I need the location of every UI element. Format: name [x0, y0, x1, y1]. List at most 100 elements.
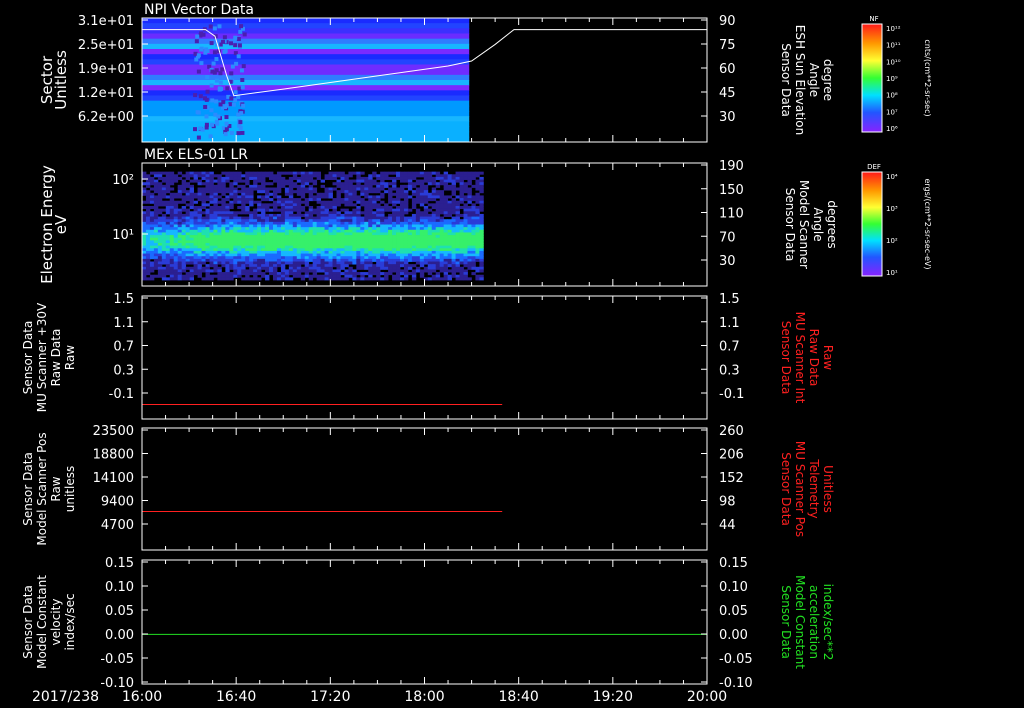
y-tick-label-left: 14100	[93, 471, 134, 486]
colorbar-label: NF	[869, 15, 878, 23]
y-tick-label-right: 44	[719, 518, 736, 533]
y-axis-label-right: Raw	[821, 345, 835, 370]
y-axis-label-right: Sensor Data	[779, 321, 793, 395]
y-axis-label-right: Sensor Data	[779, 43, 793, 117]
plot-frame	[141, 427, 708, 551]
y-tick-label-left: -0.1	[109, 387, 134, 402]
y-tick-label-left: 9400	[101, 495, 134, 510]
y-axis-label-left: velocity	[49, 599, 63, 646]
y-tick-label-right: 90	[719, 14, 736, 29]
panel-3: 1.5 1.1 0.7 0.3 -0.1 1.5 1.1 0.7 0.3 -0.1 Sensor D…	[21, 292, 835, 420]
y-tick-label-left: 0.15	[105, 556, 134, 571]
y-tick-label-right: 30	[719, 110, 736, 125]
y-tick-label-left: -0.05	[100, 652, 134, 667]
y-tick-label-left: 0.05	[105, 604, 134, 619]
plot-frame	[141, 295, 708, 420]
colorbar-tick-label: 10⁴	[886, 173, 898, 181]
panel-title: NPI Vector Data	[144, 2, 254, 18]
y-axis-label-left: Raw Data	[49, 329, 63, 387]
time-tick-label: 16:00	[122, 689, 162, 705]
y-axis-label-left: Unitless	[52, 50, 70, 110]
y-tick-label-right: 1.5	[719, 292, 740, 307]
y-axis-label-right: Raw Data	[807, 329, 821, 387]
colorbar-2: DEF 10⁴ 10³ 10² 10¹ ergs/(cm**2-sr-sec-eV)	[861, 163, 932, 277]
time-tick-label: 20:00	[687, 689, 727, 705]
colorbar-tick-label: 10⁸	[886, 92, 898, 100]
colorbar-tick-label: 10³	[886, 205, 898, 213]
colorbar-tick-label: 10¹	[886, 269, 898, 277]
y-axis-label-left: Raw	[49, 476, 63, 501]
y-tick-label-right: 150	[719, 183, 744, 198]
y-tick-label-right: 60	[719, 62, 736, 77]
date-label: 2017/238	[32, 689, 99, 705]
y-axis-label-right: Sensor Data	[779, 452, 793, 526]
colorbar-1: NF 10¹² 10¹¹ 10¹⁰ 10⁹ 10⁸ 10⁷ 10⁶ cnts/(cm**2-sr…	[861, 15, 932, 133]
colorbar-tick-label: 10⁶	[886, 125, 898, 133]
y-axis-label-right: MU Scanner Pos	[793, 441, 807, 537]
colorbar-units: cnts/(cm**2-sr-sec)	[923, 39, 932, 116]
panel-1: 3.1e+01 2.5e+01 1.9e+01 1.2e+01 6.2e+00 90 75 6…	[38, 2, 835, 143]
y-tick-label-left: 0.3	[113, 363, 134, 378]
y-tick-label-left: 1.2e+01	[78, 86, 134, 101]
y-tick-label-right: 75	[719, 38, 736, 53]
y-tick-label-right: 0.3	[719, 363, 740, 378]
y-axis-label-left: eV	[52, 214, 70, 234]
y-axis-label-right: MU Scanner Int	[793, 312, 807, 404]
y-axis-label-left: Model Constant	[35, 575, 49, 669]
y-axis-label-right: Sensor Data	[779, 585, 793, 659]
y-tick-label-left: 3.1e+01	[78, 14, 134, 29]
y-tick-label-right: 190	[719, 159, 744, 174]
y-tick-label-left: 23500	[93, 424, 134, 439]
plot-frame	[141, 559, 708, 685]
colorbar-tick-label: 10¹¹	[886, 42, 901, 50]
y-tick-label-left: 1.1	[113, 316, 134, 331]
y-axis-label-left: Sensor Data	[21, 321, 35, 395]
y-tick-label-right: 1.1	[719, 316, 740, 331]
y-tick-label-left: 0.00	[105, 628, 134, 643]
y-axis-label-right: Model Constant	[793, 575, 807, 669]
y-axis-label-left: Model Scanner Pos	[35, 432, 49, 545]
y-axis-label-left: Raw	[63, 345, 77, 370]
spectrogram	[142, 18, 470, 143]
y-tick-label-right: 0.05	[719, 604, 748, 619]
y-tick-label-right: 0.15	[719, 556, 748, 571]
y-tick-label-left: 1.5	[113, 292, 134, 307]
y-tick-label-right: 98	[719, 495, 736, 510]
y-axis-label-left: Sensor Data	[21, 452, 35, 526]
y-tick-label-left: 10²	[112, 173, 134, 188]
y-axis-label-right: Unitless	[821, 465, 835, 513]
y-tick-label-left: 0.7	[113, 340, 134, 355]
time-tick-label: 16:40	[216, 689, 256, 705]
panel-2: 10²10¹1901501107030MEx ELS-01 LRElectron…	[38, 147, 839, 287]
panel-5: 0.150.100.050.00-0.05-0.100.150.100.050.…	[21, 556, 835, 691]
time-tick-label: 19:20	[593, 689, 633, 705]
y-axis-label-right: ESH Sun Elevation	[793, 25, 807, 135]
y-axis-label-right: degrees	[825, 200, 839, 248]
colorbar-tick-label: 10¹⁰	[886, 58, 901, 66]
y-axis-label-left: unitless	[63, 466, 77, 512]
y-axis-label-right: acceleration	[807, 585, 821, 659]
plot-figure: 3.1e+01 2.5e+01 1.9e+01 1.2e+01 6.2e+00 90 75 6…	[21, 2, 932, 705]
y-axis-label-left: MU Scanner +30V	[35, 302, 49, 412]
y-axis-label-right: Telemetry	[807, 458, 821, 518]
y-tick-label-right: 45	[719, 86, 736, 101]
y-tick-label-right: 70	[719, 230, 736, 245]
panel-4: 23500 18800 14100 9400 4700 260 206 152 98 44 Sens…	[21, 424, 835, 551]
y-tick-label-right: 0.7	[719, 340, 740, 355]
colorbar-gradient	[861, 171, 883, 277]
y-tick-label-right: 0.00	[719, 628, 748, 643]
y-axis-label-right: Angle	[811, 207, 825, 241]
colorbar-tick-label: 10¹²	[886, 25, 901, 33]
y-tick-label-left: 10¹	[112, 228, 134, 243]
y-tick-label-right: 0.10	[719, 580, 748, 595]
colorbar-label: DEF	[867, 163, 881, 171]
colorbar-tick-label: 10⁹	[886, 75, 898, 83]
y-tick-label-left: 2.5e+01	[78, 38, 134, 53]
y-axis-label-right: Model Scanner	[797, 180, 811, 269]
y-tick-label-left: 0.10	[105, 580, 134, 595]
spectrogram	[142, 171, 484, 281]
time-tick-label: 17:20	[310, 689, 350, 705]
y-tick-label-left: 4700	[101, 518, 134, 533]
y-tick-label-right: -0.05	[719, 652, 753, 667]
time-tick-label: 18:00	[404, 689, 444, 705]
